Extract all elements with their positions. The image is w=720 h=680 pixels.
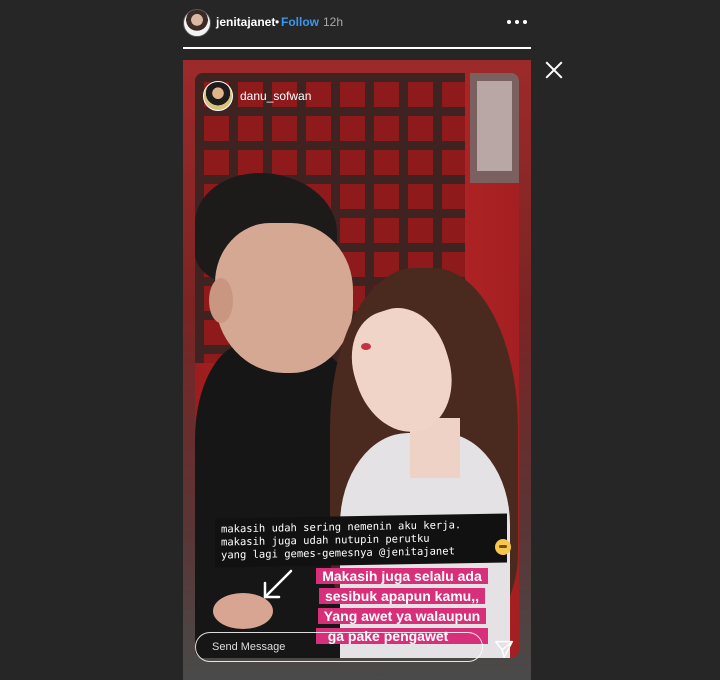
reposter-avatar[interactable] xyxy=(203,81,233,111)
more-options-icon[interactable] xyxy=(505,10,529,32)
wall-panel-inner xyxy=(477,81,512,171)
man-face xyxy=(215,223,353,373)
separator-dot: • xyxy=(275,15,280,29)
story-progress-fill xyxy=(183,47,531,49)
follow-button[interactable]: Follow xyxy=(281,15,319,29)
send-icon[interactable] xyxy=(493,638,515,660)
story-caption: makasih udah sering nemenin aku kerja. m… xyxy=(215,513,507,568)
close-icon[interactable] xyxy=(544,60,564,80)
story-header: jenitajanet • Follow 12h xyxy=(183,8,531,37)
avatar[interactable] xyxy=(183,9,211,37)
arrow-icon xyxy=(263,569,293,599)
reposted-story: danu_sofwan makasih udah sering nemenin … xyxy=(195,73,519,658)
reposter-username[interactable]: danu_sofwan xyxy=(240,89,311,103)
man-ear xyxy=(209,278,233,323)
reply-line: sesibuk apapun kamu,, xyxy=(318,588,486,604)
story-progress-bar xyxy=(183,47,531,49)
reply-line: Makasih juga selalu ada xyxy=(316,568,488,584)
reply-line: Yang awet ya walaupun xyxy=(317,608,487,624)
timestamp: 12h xyxy=(323,15,344,29)
message-composer xyxy=(195,632,487,664)
story-frame[interactable]: danu_sofwan makasih udah sering nemenin … xyxy=(183,60,531,680)
send-message-input[interactable] xyxy=(195,632,483,662)
username[interactable]: jenitajanet xyxy=(216,15,275,29)
grimace-emoji-icon xyxy=(495,539,511,555)
woman-lips xyxy=(361,343,371,350)
